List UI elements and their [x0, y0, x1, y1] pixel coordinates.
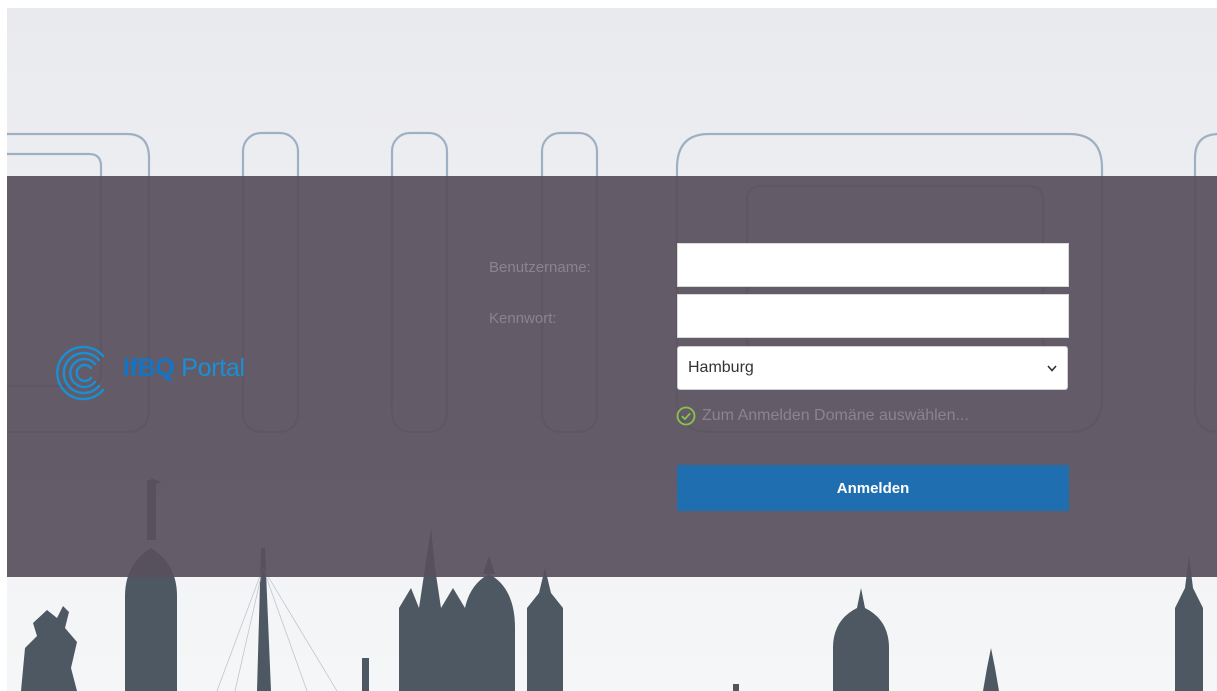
ifbq-portal-logo: IfBQ Portal — [55, 342, 255, 401]
password-label: Kennwort: — [489, 310, 557, 327]
domain-hint-text: Zum Anmelden Domäne auswählen... — [702, 407, 969, 424]
password-input[interactable] — [677, 294, 1069, 338]
domain-select[interactable]: Hamburg — [677, 346, 1068, 390]
logo-text: IfBQ Portal — [123, 354, 245, 383]
check-circle-icon — [676, 406, 696, 426]
username-label: Benutzername: — [489, 259, 591, 276]
login-page: IfBQ Portal Benutzername: Kennwort: Hamb… — [7, 8, 1217, 691]
domain-hint: Zum Anmelden Domäne auswählen... — [676, 406, 969, 426]
logo-brand: IfBQ — [123, 354, 175, 382]
domain-select-value: Hamburg — [688, 359, 754, 376]
username-input[interactable] — [677, 243, 1069, 287]
chevron-down-icon — [1047, 364, 1057, 372]
login-panel: IfBQ Portal Benutzername: Kennwort: Hamb… — [7, 176, 1217, 577]
concentric-arcs-logo-icon — [56, 345, 105, 401]
login-button[interactable]: Anmelden — [677, 465, 1069, 511]
logo-product: Portal — [181, 354, 245, 382]
